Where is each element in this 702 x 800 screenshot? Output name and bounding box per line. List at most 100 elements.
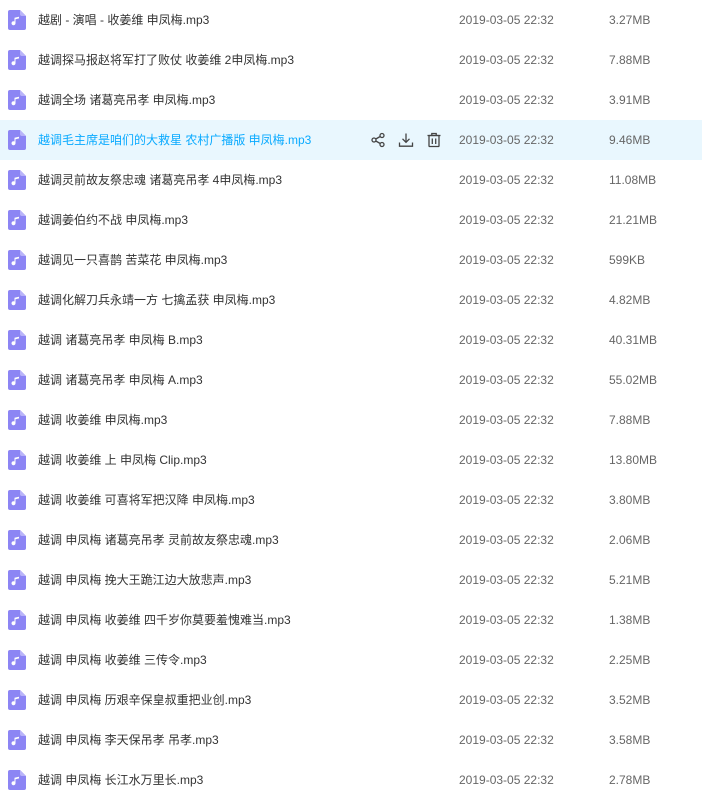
music-file-icon[interactable] [8,450,26,470]
file-row[interactable]: 越调 申凤梅 收姜维 三传令.mp3 2019-03-05 22:32 2.25… [0,640,702,680]
file-row[interactable]: 越调化解刀兵永靖一方 七擒孟获 申凤梅.mp3 2019-03-05 22:32… [0,280,702,320]
file-name[interactable]: 越调探马报赵将军打了败仗 收姜维 2申凤梅.mp3 [38,52,294,68]
file-row[interactable]: 越调 申凤梅 李天保吊孝 吊孝.mp3 2019-03-05 22:32 3.5… [0,720,702,760]
file-size: 1.38MB [609,613,651,627]
music-file-icon[interactable] [8,330,26,350]
file-name[interactable]: 越调 申凤梅 诸葛亮吊孝 灵前故友祭忠魂.mp3 [38,532,279,548]
file-name[interactable]: 越剧 - 演唱 - 收姜维 申凤梅.mp3 [38,12,209,28]
file-size: 3.58MB [609,733,651,747]
file-size: 55.02MB [609,373,658,387]
row-actions [370,132,442,148]
music-file-icon[interactable] [8,490,26,510]
music-file-icon[interactable] [8,690,26,710]
file-modified-date: 2019-03-05 22:32 [459,373,554,387]
file-row[interactable]: 越调 收姜维 申凤梅.mp3 2019-03-05 22:32 7.88MB [0,400,702,440]
file-size: 599KB [609,253,646,267]
file-modified-date: 2019-03-05 22:32 [459,13,554,27]
file-row[interactable]: 越调 申凤梅 收姜维 四千岁你莫要羞愧难当.mp3 2019-03-05 22:… [0,600,702,640]
file-row[interactable]: 越调 申凤梅 长江水万里长.mp3 2019-03-05 22:32 2.78M… [0,760,702,800]
file-row[interactable]: 越调 诸葛亮吊孝 申凤梅 B.mp3 2019-03-05 22:32 40.3… [0,320,702,360]
file-size: 3.80MB [609,493,651,507]
file-modified-date: 2019-03-05 22:32 [459,453,554,467]
music-file-icon[interactable] [8,730,26,750]
file-modified-date: 2019-03-05 22:32 [459,213,554,227]
file-row[interactable]: 越调 申凤梅 挽大王跪江边大放悲声.mp3 2019-03-05 22:32 5… [0,560,702,600]
file-size: 2.25MB [609,653,651,667]
file-size: 7.88MB [609,53,651,67]
file-modified-date: 2019-03-05 22:32 [459,653,554,667]
music-file-icon[interactable] [8,10,26,30]
file-name[interactable]: 越调 申凤梅 收姜维 三传令.mp3 [38,652,207,668]
music-file-icon[interactable] [8,530,26,550]
file-modified-date: 2019-03-05 22:32 [459,293,554,307]
file-modified-date: 2019-03-05 22:32 [459,533,554,547]
music-file-icon[interactable] [8,170,26,190]
file-list: 越剧 - 演唱 - 收姜维 申凤梅.mp3 2019-03-05 22:32 3… [0,0,702,800]
file-row[interactable]: 越调探马报赵将军打了败仗 收姜维 2申凤梅.mp3 2019-03-05 22:… [0,40,702,80]
file-size: 3.91MB [609,93,651,107]
file-name[interactable]: 越调 申凤梅 挽大王跪江边大放悲声.mp3 [38,572,251,588]
file-name[interactable]: 越调 申凤梅 历艰辛保皇叔重把业创.mp3 [38,692,251,708]
music-file-icon[interactable] [8,290,26,310]
file-name[interactable]: 越调 收姜维 上 申凤梅 Clip.mp3 [38,452,207,468]
music-file-icon[interactable] [8,770,26,790]
file-name[interactable]: 越调灵前故友祭忠魂 诸葛亮吊孝 4申凤梅.mp3 [38,172,282,188]
file-name[interactable]: 越调全场 诸葛亮吊孝 申凤梅.mp3 [38,92,215,108]
file-size: 5.21MB [609,573,651,587]
music-file-icon[interactable] [8,410,26,430]
file-name[interactable]: 越调 收姜维 申凤梅.mp3 [38,412,167,428]
file-modified-date: 2019-03-05 22:32 [459,693,554,707]
file-modified-date: 2019-03-05 22:32 [459,573,554,587]
file-modified-date: 2019-03-05 22:32 [459,53,554,67]
file-size: 2.06MB [609,533,651,547]
file-size: 4.82MB [609,293,651,307]
file-modified-date: 2019-03-05 22:32 [459,173,554,187]
file-row[interactable]: 越调 申凤梅 诸葛亮吊孝 灵前故友祭忠魂.mp3 2019-03-05 22:3… [0,520,702,560]
music-file-icon[interactable] [8,90,26,110]
file-size: 9.46MB [609,133,651,147]
music-file-icon[interactable] [8,610,26,630]
file-name[interactable]: 越调 申凤梅 长江水万里长.mp3 [38,772,203,788]
file-row[interactable]: 越调全场 诸葛亮吊孝 申凤梅.mp3 2019-03-05 22:32 3.91… [0,80,702,120]
music-file-icon[interactable] [8,570,26,590]
file-size: 13.80MB [609,453,658,467]
file-modified-date: 2019-03-05 22:32 [459,733,554,747]
share-icon[interactable] [370,132,386,148]
file-row[interactable]: 越调 申凤梅 历艰辛保皇叔重把业创.mp3 2019-03-05 22:32 3… [0,680,702,720]
music-file-icon[interactable] [8,370,26,390]
file-modified-date: 2019-03-05 22:32 [459,93,554,107]
music-file-icon[interactable] [8,250,26,270]
file-name[interactable]: 越调化解刀兵永靖一方 七擒孟获 申凤梅.mp3 [38,292,275,308]
file-modified-date: 2019-03-05 22:32 [459,773,554,787]
delete-icon[interactable] [426,132,442,148]
file-row[interactable]: 越剧 - 演唱 - 收姜维 申凤梅.mp3 2019-03-05 22:32 3… [0,0,702,40]
file-name[interactable]: 越调姜伯约不战 申凤梅.mp3 [38,212,188,228]
file-size: 3.27MB [609,13,651,27]
file-row[interactable]: 越调 收姜维 上 申凤梅 Clip.mp3 2019-03-05 22:32 1… [0,440,702,480]
file-row[interactable]: 越调毛主席是咱们的大救星 农村广播版 申凤梅.mp3 2019-03-05 22… [0,120,702,160]
file-modified-date: 2019-03-05 22:32 [459,253,554,267]
file-row[interactable]: 越调见一只喜鹊 苦菜花 申凤梅.mp3 2019-03-05 22:32 599… [0,240,702,280]
file-row[interactable]: 越调 诸葛亮吊孝 申凤梅 A.mp3 2019-03-05 22:32 55.0… [0,360,702,400]
download-icon[interactable] [398,132,414,148]
file-size: 40.31MB [609,333,658,347]
music-file-icon[interactable] [8,210,26,230]
file-size: 7.88MB [609,413,651,427]
file-row[interactable]: 越调灵前故友祭忠魂 诸葛亮吊孝 4申凤梅.mp3 2019-03-05 22:3… [0,160,702,200]
file-name[interactable]: 越调 收姜维 可喜将军把汉降 申凤梅.mp3 [38,492,255,508]
music-file-icon[interactable] [8,50,26,70]
file-name[interactable]: 越调毛主席是咱们的大救星 农村广播版 申凤梅.mp3 [38,132,311,148]
file-name[interactable]: 越调 申凤梅 李天保吊孝 吊孝.mp3 [38,732,219,748]
file-size: 11.08MB [609,173,657,187]
file-name[interactable]: 越调见一只喜鹊 苦菜花 申凤梅.mp3 [38,252,227,268]
file-name[interactable]: 越调 诸葛亮吊孝 申凤梅 A.mp3 [38,372,203,388]
file-row[interactable]: 越调 收姜维 可喜将军把汉降 申凤梅.mp3 2019-03-05 22:32 … [0,480,702,520]
music-file-icon[interactable] [8,650,26,670]
music-file-icon[interactable] [8,130,26,150]
file-name[interactable]: 越调 申凤梅 收姜维 四千岁你莫要羞愧难当.mp3 [38,612,291,628]
file-size: 21.21MB [609,213,658,227]
file-row[interactable]: 越调姜伯约不战 申凤梅.mp3 2019-03-05 22:32 21.21MB [0,200,702,240]
file-modified-date: 2019-03-05 22:32 [459,613,554,627]
file-name[interactable]: 越调 诸葛亮吊孝 申凤梅 B.mp3 [38,332,203,348]
file-modified-date: 2019-03-05 22:32 [459,133,554,147]
